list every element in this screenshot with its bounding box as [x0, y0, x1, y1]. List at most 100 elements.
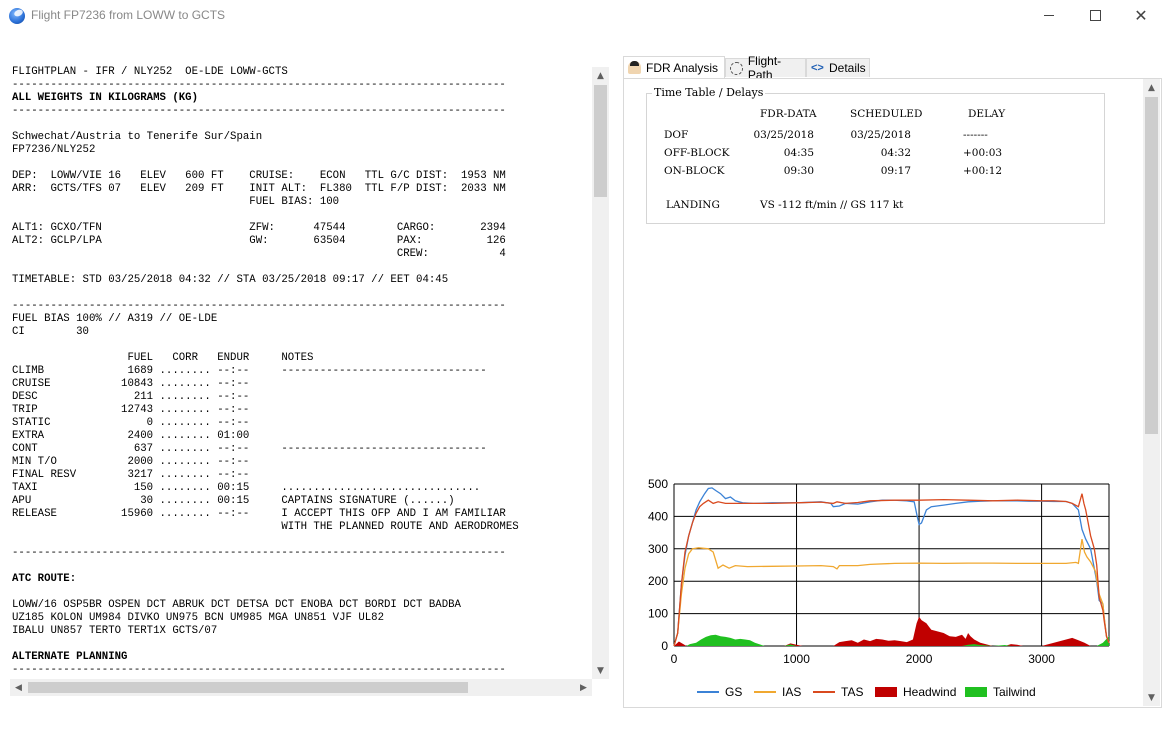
- scroll-right-icon[interactable]: ▶: [575, 679, 592, 696]
- ofp-line: FLIGHTPLAN - IFR / NLY252 OE-LDE LOWW-GC…: [12, 66, 288, 78]
- flight-path-icon: [730, 61, 743, 75]
- ofp-text: FLIGHTPLAN - IFR / NLY252 OE-LDE LOWW-GC…: [12, 66, 519, 677]
- scroll-down-icon[interactable]: ▼: [1143, 689, 1160, 706]
- scroll-up-icon[interactable]: ▲: [1143, 79, 1160, 96]
- legend-swatch: [754, 691, 776, 693]
- ofp-line: CREW: 4: [12, 248, 506, 260]
- legend-swatch: [813, 691, 835, 693]
- ofp-line: CONT 637 ........ --:-- ----------------…: [12, 443, 487, 455]
- legend-tailwind: Tailwind: [965, 685, 1036, 699]
- y-tick-label: 0: [661, 639, 668, 653]
- header-delay: DELAY: [968, 108, 1006, 120]
- fdr-on-block: 09:30: [783, 165, 814, 177]
- legend-label: IAS: [782, 685, 802, 699]
- landing-value: VS -112 ft/min // GS 117 kt: [760, 199, 904, 211]
- analysis-vertical-scrollbar[interactable]: ▲ ▼: [1143, 79, 1160, 706]
- window-title: Flight FP7236 from LOWW to GCTS: [31, 8, 226, 22]
- y-tick-label: 400: [648, 509, 668, 523]
- ofp-line: Schwechat/Austria to Tenerife Sur/Spain: [12, 131, 263, 143]
- ofp-line: EXTRA 2400 ........ 01:00: [12, 430, 250, 442]
- scheduled-on-block: 09:17: [880, 165, 911, 177]
- ofp-line: ALT2: GCLP/LPA GW: 63504 PAX: 126: [12, 235, 506, 247]
- ofp-line: ----------------------------------------…: [12, 300, 506, 312]
- ofp-line: TRIP 12743 ........ --:--: [12, 404, 250, 416]
- y-tick-label: 300: [648, 542, 668, 556]
- delay-off-block: +00:03: [963, 147, 1003, 159]
- x-tick-label: 1000: [783, 652, 810, 666]
- ofp-line: ----------------------------------------…: [12, 547, 506, 559]
- timetable-title: Time Table / Delays: [652, 86, 766, 99]
- row-label-off-block: OFF-BLOCK: [664, 147, 730, 159]
- scroll-down-icon[interactable]: ▼: [592, 662, 609, 679]
- scroll-thumb[interactable]: [1145, 97, 1158, 434]
- close-button[interactable]: ✕: [1118, 0, 1164, 31]
- legend-label: Headwind: [903, 685, 957, 699]
- tab-strip: FDR Analysis Flight-Path <> Details: [621, 54, 1166, 82]
- scheduled-dof: 03/25/2018: [850, 129, 911, 141]
- ofp-line: FINAL RESV 3217 ........ --:--: [12, 469, 250, 481]
- legend-swatch: [697, 691, 719, 693]
- ofp-line: ATC ROUTE:: [12, 573, 77, 585]
- pilot-icon: [628, 61, 641, 74]
- legend-label: GS: [725, 685, 743, 699]
- ofp-line: STATIC 0 ........ --:--: [12, 417, 250, 429]
- close-icon: ✕: [1134, 6, 1148, 25]
- minimize-button[interactable]: [1026, 0, 1072, 31]
- ofp-line: IBALU UN857 TERTO TERT1X GCTS/07: [12, 625, 218, 637]
- fdr-dof: 03/25/2018: [753, 129, 814, 141]
- row-label-dof: DOF: [664, 129, 689, 141]
- ofp-line: DESC 211 ........ --:--: [12, 391, 250, 403]
- y-tick-label: 500: [648, 477, 668, 491]
- x-tick-label: 0: [671, 652, 678, 666]
- tab-fdr-analysis[interactable]: FDR Analysis: [623, 56, 725, 78]
- header-scheduled: SCHEDULED: [850, 108, 923, 120]
- scroll-up-icon[interactable]: ▲: [592, 67, 609, 84]
- fdr-off-block: 04:35: [783, 147, 814, 159]
- ofp-line: WITH THE PLANNED ROUTE AND AERODROMES: [12, 521, 519, 533]
- ofp-line: RELEASE 15960 ........ --:-- I ACCEPT TH…: [12, 508, 506, 520]
- row-label-on-block: ON-BLOCK: [664, 165, 725, 177]
- maximize-button[interactable]: [1072, 0, 1118, 31]
- ofp-line: FUEL BIAS 100% // A319 // OE-LDE: [12, 313, 218, 325]
- legend-headwind: Headwind: [875, 685, 956, 699]
- ofp-line: ----------------------------------------…: [12, 79, 506, 91]
- legend-gs: GS: [697, 685, 742, 699]
- ofp-line: TIMETABLE: STD 03/25/2018 04:32 // STA 0…: [12, 274, 449, 286]
- ofp-vertical-scrollbar[interactable]: ▲ ▼: [592, 67, 609, 679]
- header-fdr-data: FDR-DATA: [760, 108, 817, 120]
- legend-label: Tailwind: [993, 685, 1036, 699]
- legend-label: TAS: [841, 685, 864, 699]
- minimize-icon: [1044, 15, 1054, 16]
- ofp-line: ALTERNATE PLANNING: [12, 651, 128, 663]
- maximize-icon: [1089, 10, 1101, 21]
- ofp-horizontal-scrollbar[interactable]: ◀ ▶: [10, 679, 592, 696]
- ofp-line: CLIMB 1689 ........ --:-- --------------…: [12, 365, 487, 377]
- ofp-line: TAXI 150 ........ 00:15 ................…: [12, 482, 481, 494]
- fdr-chart: 0 100 200 300 400 500 0 1000 2000 3000: [648, 477, 1110, 666]
- legend-tas: TAS: [813, 685, 863, 699]
- title-bar: Flight FP7236 from LOWW to GCTS ✕: [0, 0, 1166, 31]
- app-globe-icon: [9, 8, 25, 24]
- x-tick-label: 3000: [1028, 652, 1055, 666]
- y-tick-label: 100: [648, 607, 668, 621]
- y-tick-label: 200: [648, 574, 668, 588]
- scroll-thumb[interactable]: [594, 85, 607, 197]
- landing-label: LANDING: [666, 199, 720, 211]
- ofp-line: MIN T/O 2000 ........ --:--: [12, 456, 250, 468]
- ofp-line: LOWW/16 OSP5BR OSPEN DCT ABRUK DCT DETSA…: [12, 599, 461, 611]
- scheduled-off-block: 04:32: [880, 147, 911, 159]
- tab-details[interactable]: <> Details: [806, 58, 870, 77]
- ofp-line: UZ185 KOLON UM984 DIVKO UN975 BCN UM985 …: [12, 612, 384, 624]
- ofp-line: ----------------------------------------…: [12, 664, 506, 676]
- scroll-left-icon[interactable]: ◀: [10, 679, 27, 696]
- x-tick-label: 2000: [906, 652, 933, 666]
- scroll-thumb-horizontal[interactable]: [28, 682, 468, 693]
- ofp-line: FUEL BIAS: 100: [12, 196, 340, 208]
- ofp-line: ARR: GCTS/TFS 07 ELEV 209 FT INIT ALT: F…: [12, 183, 506, 195]
- ofp-line: ALL WEIGHTS IN KILOGRAMS (KG): [12, 92, 198, 104]
- legend-swatch: [875, 687, 897, 697]
- details-icon: <>: [811, 61, 824, 74]
- ofp-line: FUEL CORR ENDUR NOTES: [12, 352, 314, 364]
- ofp-line: APU 30 ........ 00:15 CAPTAINS SIGNATURE…: [12, 495, 455, 507]
- tab-flight-path[interactable]: Flight-Path: [725, 54, 806, 82]
